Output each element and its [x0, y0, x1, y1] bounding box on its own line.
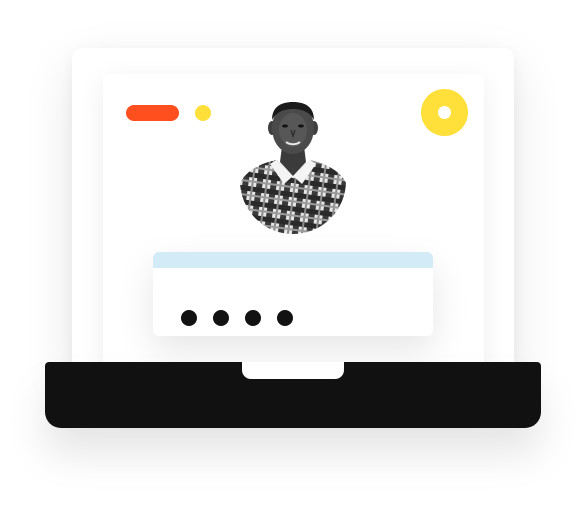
- laptop-notch: [242, 362, 344, 379]
- yellow-ring-icon: [421, 89, 468, 136]
- user-avatar: [240, 100, 346, 234]
- password-field[interactable]: [153, 268, 433, 336]
- password-mask-dot: [277, 310, 293, 326]
- orange-pill-icon: [126, 105, 179, 121]
- password-mask-dot: [181, 310, 197, 326]
- password-card: [153, 252, 433, 336]
- avatar-photo: [240, 100, 346, 234]
- password-mask-dot: [213, 310, 229, 326]
- password-mask-dot: [245, 310, 261, 326]
- yellow-dot-icon: [195, 105, 211, 121]
- card-header-bar: [153, 252, 433, 268]
- laptop-illustration: [0, 0, 587, 524]
